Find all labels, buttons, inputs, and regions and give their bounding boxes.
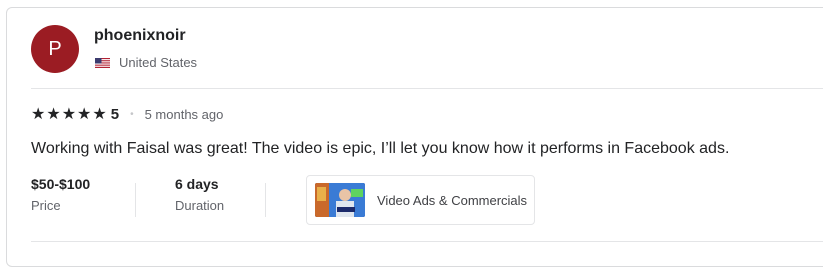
duration-block: 6 days Duration (175, 176, 224, 213)
duration-label: Duration (175, 198, 225, 213)
star-icon: ★ (31, 105, 46, 123)
price-value: $50-$100 (31, 176, 91, 192)
review-card: P phoenixnoir United States ★ ★ ★ ★ ★ 5 … (6, 7, 823, 267)
star-icon: ★ (77, 105, 92, 123)
rating-row: ★ ★ ★ ★ ★ 5 • 5 months ago (31, 106, 223, 123)
detail-divider (265, 183, 266, 217)
reviewer-username[interactable]: phoenixnoir (94, 27, 186, 45)
separator-dot: • (130, 109, 134, 120)
avatar[interactable]: P (31, 25, 79, 73)
star-rating: ★ ★ ★ ★ ★ (31, 105, 107, 123)
star-icon: ★ (46, 105, 61, 123)
detail-divider (135, 183, 136, 217)
avatar-initial: P (48, 37, 62, 60)
price-label: Price (31, 198, 61, 213)
gig-link[interactable]: Video Ads & Commercials (306, 175, 535, 225)
rating-value: 5 (110, 106, 120, 123)
review-time: 5 months ago (144, 107, 224, 122)
country-name: United States (119, 55, 198, 70)
us-flag-icon (95, 57, 110, 68)
star-icon: ★ (61, 105, 77, 123)
gig-thumbnail-image (315, 183, 365, 217)
reviewer-country: United States (95, 55, 197, 70)
gig-title: Video Ads & Commercials (377, 192, 528, 208)
divider (31, 88, 823, 89)
review-text: Working with Faisal was great! The video… (31, 140, 730, 157)
star-icon: ★ (92, 105, 107, 123)
duration-value: 6 days (175, 176, 219, 192)
price-block: $50-$100 Price (31, 176, 90, 213)
divider (31, 241, 823, 242)
